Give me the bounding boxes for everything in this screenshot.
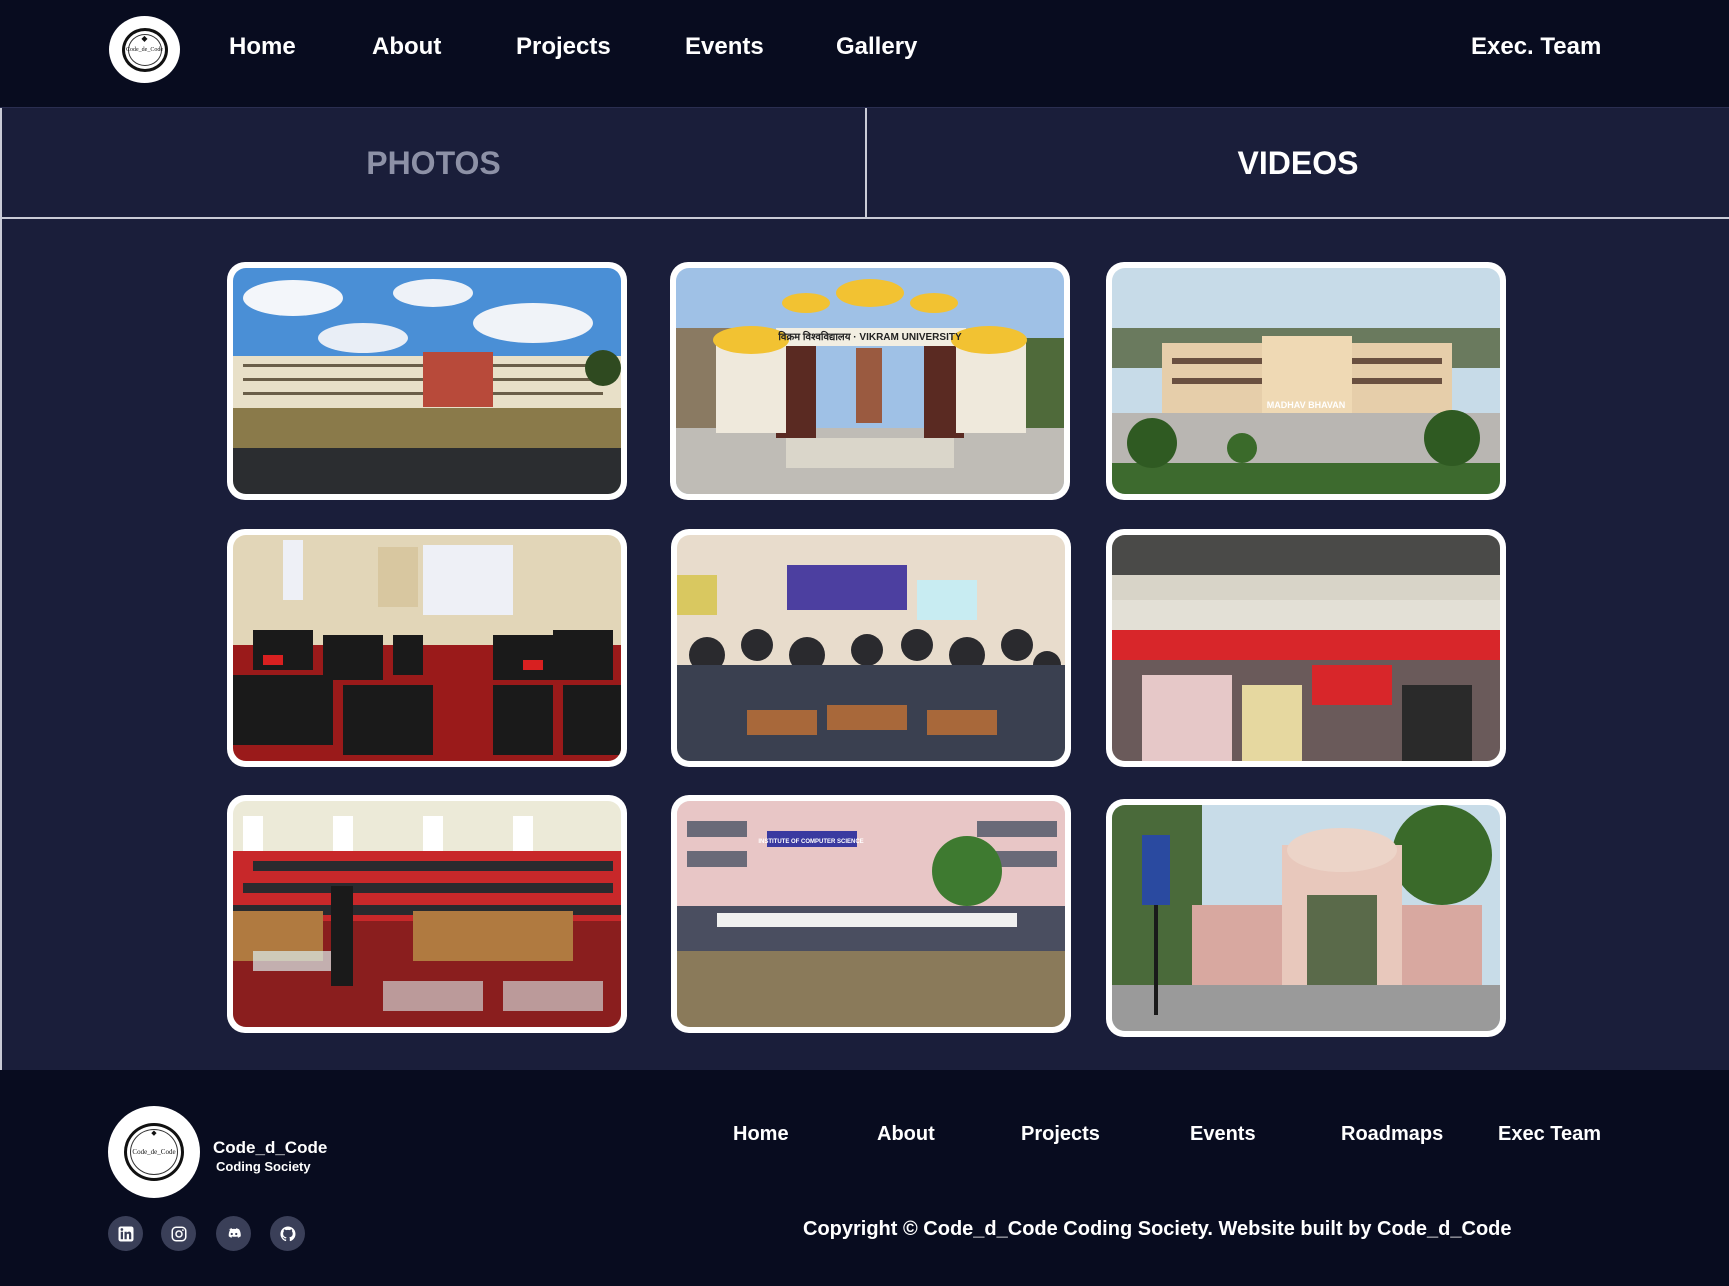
site-header: ◆ Code_de_Code Home About Projects Event… (0, 0, 1729, 107)
gallery-photo-entrance-arch[interactable] (1106, 799, 1506, 1037)
site-logo[interactable]: ◆ Code_de_Code (109, 16, 180, 83)
gallery-photo-classroom[interactable] (671, 529, 1071, 767)
footer-nav-home[interactable]: Home (733, 1123, 789, 1146)
instagram-icon[interactable] (161, 1216, 196, 1251)
gate-sign-text: विक्रम विश्वविद्यालय · VIKRAM UNIVERSITY (777, 330, 962, 343)
nav-events[interactable]: Events (685, 33, 764, 61)
footer-brand-name: Code_d_Code (213, 1138, 328, 1157)
gallery-photo-group-photo[interactable]: INSTITUTE OF COMPUTER SCIENCE (671, 795, 1071, 1033)
photo-image (677, 535, 1065, 761)
logo-text: Code_de_Code (132, 1148, 176, 1156)
footer-nav-about[interactable]: About (877, 1123, 935, 1146)
logo-emblem: ◆ Code_de_Code (124, 1123, 184, 1181)
photo-image (1112, 805, 1500, 1031)
photo-image: INSTITUTE OF COMPUTER SCIENCE (677, 801, 1065, 1027)
photo-image: विक्रम विश्वविद्यालय · VIKRAM UNIVERSITY (676, 268, 1064, 494)
discord-icon[interactable] (216, 1216, 251, 1251)
photo-grid: विक्रम विश्वविद्यालय · VIKRAM UNIVERSITY… (0, 219, 1729, 1070)
footer-logo[interactable]: ◆ Code_de_Code (108, 1106, 200, 1198)
gallery-photo-auditorium-audience[interactable] (1106, 529, 1506, 767)
footer-brand-subtitle: Coding Society (216, 1159, 311, 1174)
github-icon[interactable] (270, 1216, 305, 1251)
copyright-text: Copyright © Code_d_Code Coding Society. … (803, 1218, 1512, 1240)
footer-nav-exec-team[interactable]: Exec Team (1498, 1123, 1601, 1146)
tab-videos[interactable]: VIDEOS (865, 108, 1729, 218)
footer-nav-projects[interactable]: Projects (1021, 1123, 1100, 1146)
nav-about[interactable]: About (372, 33, 441, 61)
photo-image (233, 268, 621, 494)
nav-projects[interactable]: Projects (516, 33, 611, 61)
institute-sign-text: INSTITUTE OF COMPUTER SCIENCE (758, 839, 863, 845)
site-footer: ◆ Code_de_Code Code_d_Code Coding Societ… (0, 1070, 1729, 1286)
photo-image (1112, 535, 1500, 761)
footer-nav-events[interactable]: Events (1190, 1123, 1256, 1146)
photo-image (233, 801, 621, 1027)
nav-exec-team[interactable]: Exec. Team (1471, 33, 1601, 61)
tab-photos[interactable]: PHOTOS (0, 108, 865, 218)
diamond-icon: ◆ (151, 1129, 157, 1137)
linkedin-icon[interactable] (108, 1216, 143, 1251)
gallery-photo-campus-building[interactable] (227, 262, 627, 500)
gallery-photo-lecture-hall[interactable] (227, 795, 627, 1033)
nav-gallery[interactable]: Gallery (836, 33, 917, 61)
building-sign-text: MADHAV BHAVAN (1267, 400, 1346, 410)
footer-nav-roadmaps[interactable]: Roadmaps (1341, 1123, 1443, 1146)
nav-home[interactable]: Home (229, 33, 296, 61)
photo-image (233, 535, 621, 761)
gallery-tabs: PHOTOS VIDEOS (0, 107, 1729, 219)
logo-text: Code_de_Code (126, 46, 163, 53)
gallery-photo-university-gate[interactable]: विक्रम विश्वविद्यालय · VIKRAM UNIVERSITY (670, 262, 1070, 500)
photo-image: MADHAV BHAVAN (1112, 268, 1500, 494)
gallery-photo-seminar-hall[interactable] (227, 529, 627, 767)
gallery-photo-madhav-bhavan[interactable]: MADHAV BHAVAN (1106, 262, 1506, 500)
diamond-icon: ◆ (141, 33, 148, 43)
logo-emblem: ◆ Code_de_Code (121, 27, 168, 72)
